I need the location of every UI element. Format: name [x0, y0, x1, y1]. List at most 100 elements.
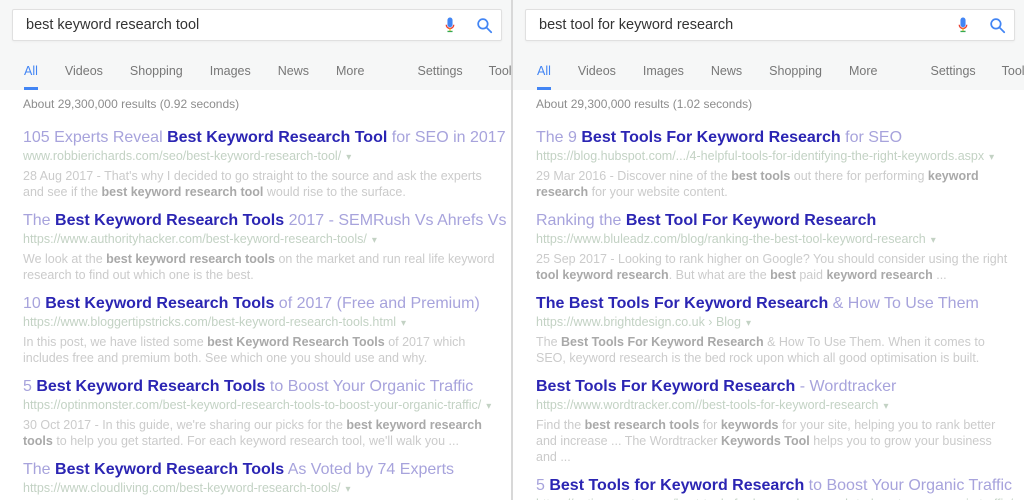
snippet-segment: best Keyword Research Tools: [207, 335, 385, 349]
title-segment: Best Tools For Keyword Research: [581, 129, 840, 146]
result-dropdown-icon[interactable]: ▾: [372, 235, 377, 246]
tab-more[interactable]: More: [849, 64, 877, 90]
result-title-link[interactable]: 5 Best Keyword Research Tools to Boost Y…: [23, 377, 495, 396]
result-url[interactable]: https://blog.hubspot.com/.../4-helpful-t…: [536, 149, 1008, 165]
title-segment: Best Tools for Keyword Research: [549, 477, 804, 494]
title-segment: Best Tools For Keyword Research: [536, 378, 795, 395]
tab-all[interactable]: All: [537, 64, 551, 90]
menu-settings[interactable]: Settings: [930, 64, 975, 90]
snippet-segment: keywords: [721, 418, 779, 432]
tab-shopping[interactable]: Shopping: [769, 64, 822, 90]
mic-icon[interactable]: [946, 10, 980, 40]
result-title-link[interactable]: The Best Keyword Research Tools 2017 - S…: [23, 211, 495, 230]
result-snippet: The Best Tools For Keyword Research & Ho…: [536, 334, 1008, 366]
snippet-segment: paid: [796, 268, 827, 282]
result-type-tabs: All Videos Shopping Images News More Settings…: [0, 64, 511, 90]
snippet-segment: best research tools: [585, 418, 700, 432]
result-url[interactable]: https://www.bluleadz.com/blog/ranking-th…: [536, 232, 1008, 248]
snippet-segment: for: [699, 418, 721, 432]
menu-tools[interactable]: Tools: [1002, 64, 1024, 90]
tab-images[interactable]: Images: [210, 64, 251, 90]
mic-icon[interactable]: [433, 10, 467, 40]
title-segment: of 2017 (Free and Premium): [274, 295, 479, 312]
search-result: The Best Keyword Research Tools As Voted…: [23, 460, 495, 500]
snippet-segment: best tools: [731, 169, 790, 183]
tab-news[interactable]: News: [278, 64, 309, 90]
result-snippet: 28 Aug 2017 - That's why I decided to go…: [23, 168, 495, 200]
search-result: The 9 Best Tools For Keyword Research fo…: [536, 128, 1008, 200]
result-title-link[interactable]: 5 Best Tools for Keyword Research to Boo…: [536, 476, 1008, 495]
result-dropdown-icon[interactable]: ▾: [346, 152, 351, 163]
search-box[interactable]: best tool for keyword research: [525, 9, 1015, 41]
result-dropdown-icon[interactable]: ▾: [931, 235, 936, 246]
result-snippet: Find the best research tools for keyword…: [536, 417, 1008, 465]
tab-images[interactable]: Images: [643, 64, 684, 90]
result-stats: About 29,300,000 results (1.02 seconds): [536, 97, 1014, 111]
tab-news[interactable]: News: [711, 64, 742, 90]
result-title-link[interactable]: 105 Experts Reveal Best Keyword Research…: [23, 128, 495, 147]
tab-more[interactable]: More: [336, 64, 364, 90]
search-icon[interactable]: [980, 10, 1014, 40]
title-segment: Best Keyword Research Tools: [55, 212, 284, 229]
search-icon[interactable]: [467, 10, 501, 40]
result-title-link[interactable]: Best Tools For Keyword Research - Wordtr…: [536, 377, 1008, 396]
snippet-segment: ...: [933, 268, 947, 282]
menu-tools[interactable]: Tools: [489, 64, 511, 90]
search-input[interactable]: best tool for keyword research: [526, 17, 946, 33]
result-url-text: https://blog.hubspot.com/.../4-helpful-t…: [536, 149, 984, 163]
snippet-segment: tool keyword research: [536, 268, 669, 282]
title-segment: Best Keyword Research Tools: [55, 461, 284, 478]
tab-all[interactable]: All: [24, 64, 38, 90]
title-segment: 105 Experts Reveal: [23, 129, 167, 146]
search-result: The Best Keyword Research Tools 2017 - S…: [23, 211, 495, 283]
tab-videos[interactable]: Videos: [65, 64, 103, 90]
tab-shopping[interactable]: Shopping: [130, 64, 183, 90]
result-url-text: https://www.wordtracker.com//best-tools-…: [536, 398, 878, 412]
snippet-segment: Find the: [536, 418, 585, 432]
search-input[interactable]: best keyword research tool: [13, 17, 433, 33]
title-segment: Best Keyword Research Tools: [36, 378, 265, 395]
result-url[interactable]: https://www.bloggertipstricks.com/best-k…: [23, 315, 495, 331]
tab-videos[interactable]: Videos: [578, 64, 616, 90]
result-url[interactable]: https://www.cloudliving.com/best-keyword…: [23, 481, 495, 497]
result-url[interactable]: www.robbierichards.com/seo/best-keyword-…: [23, 149, 495, 165]
result-url[interactable]: https://www.brightdesign.co.uk › Blog▾: [536, 315, 1008, 331]
result-snippet: We look at the best keyword research too…: [23, 251, 495, 283]
result-dropdown-icon[interactable]: ▾: [486, 401, 491, 412]
search-box[interactable]: best keyword research tool: [12, 9, 502, 41]
result-url[interactable]: https://optinmonster.com/best-keyword-re…: [23, 398, 495, 414]
result-url[interactable]: https://www.wordtracker.com//best-tools-…: [536, 398, 1008, 414]
result-url[interactable]: https://www.authorityhacker.com/best-key…: [23, 232, 495, 248]
title-segment: Best Keyword Research Tools: [45, 295, 274, 312]
search-result: The Best Tools For Keyword Research & Ho…: [536, 294, 1008, 366]
search-result: Best Tools For Keyword Research - Wordtr…: [536, 377, 1008, 465]
results-area: About 29,300,000 results (1.02 seconds) …: [513, 90, 1024, 500]
serp-panel-right: best tool for keyword research: [513, 0, 1024, 500]
result-url-text: https://optinmonster.com/best-keyword-re…: [23, 398, 481, 412]
search-header: best tool for keyword research: [513, 0, 1024, 90]
title-segment: to Boost Your Organic Traffic: [804, 477, 1012, 494]
result-title-link[interactable]: The Best Keyword Research Tools As Voted…: [23, 460, 495, 479]
menu-settings[interactable]: Settings: [417, 64, 462, 90]
result-dropdown-icon[interactable]: ▾: [989, 152, 994, 163]
result-title-link[interactable]: Ranking the Best Tool For Keyword Resear…: [536, 211, 1008, 230]
snippet-segment: We look at the: [23, 252, 106, 266]
result-url-text: https://www.authorityhacker.com/best-key…: [23, 232, 367, 246]
result-dropdown-icon[interactable]: ▾: [883, 401, 888, 412]
result-title-link[interactable]: The 9 Best Tools For Keyword Research fo…: [536, 128, 1008, 147]
result-title-link[interactable]: The Best Tools For Keyword Research & Ho…: [536, 294, 1008, 313]
snippet-segment: would rise to the surface.: [263, 185, 405, 199]
result-dropdown-icon[interactable]: ▾: [746, 318, 751, 329]
search-result: 5 Best Tools for Keyword Research to Boo…: [536, 476, 1008, 500]
snippet-segment: . But what are the: [669, 268, 770, 282]
snippet-segment: best: [770, 268, 796, 282]
result-dropdown-icon[interactable]: ▾: [345, 484, 350, 495]
title-segment: Best Keyword Research Tool: [167, 129, 387, 146]
search-result: 10 Best Keyword Research Tools of 2017 (…: [23, 294, 495, 366]
title-segment: Ranking the: [536, 212, 626, 229]
result-dropdown-icon[interactable]: ▾: [401, 318, 406, 329]
title-segment: 2017 - SEMRush Vs Ahrefs Vs ...: [284, 212, 511, 229]
serp-panel-left: best keyword research tool: [0, 0, 511, 500]
result-title-link[interactable]: 10 Best Keyword Research Tools of 2017 (…: [23, 294, 495, 313]
snippet-segment: best keyword research tools: [106, 252, 275, 266]
